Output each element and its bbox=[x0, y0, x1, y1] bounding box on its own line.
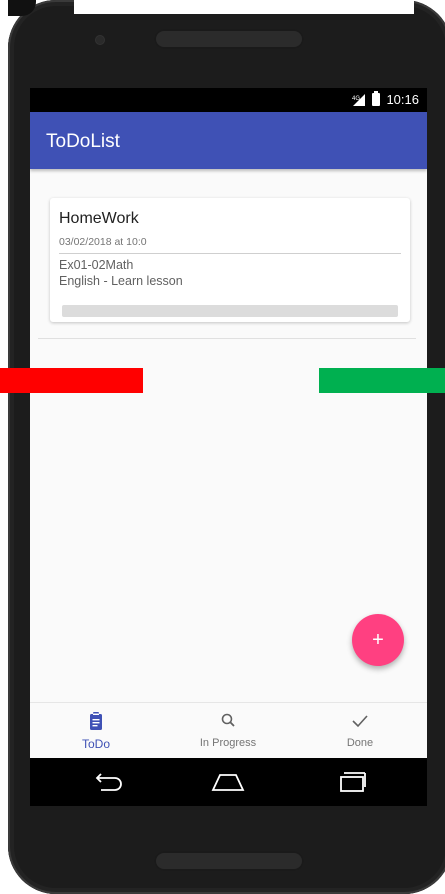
screen: 4G 10:16 ToDoList HomeWork 03/02/2018 at… bbox=[30, 88, 427, 806]
app-title: ToDoList bbox=[46, 131, 120, 152]
task-line: English - Learn lesson bbox=[59, 274, 183, 288]
add-task-button[interactable]: + bbox=[352, 614, 404, 666]
plus-icon: + bbox=[372, 628, 384, 651]
status-time: 10:16 bbox=[386, 92, 419, 107]
earpiece-speaker bbox=[154, 29, 304, 49]
check-icon bbox=[352, 715, 368, 728]
status-icons: 4G 10:16 bbox=[352, 91, 419, 107]
task-progress-bar bbox=[62, 305, 398, 317]
app-bar: ToDoList bbox=[30, 112, 427, 169]
card-divider bbox=[59, 253, 401, 254]
signal-icon: 4G bbox=[352, 93, 366, 106]
front-sensor bbox=[96, 36, 104, 44]
task-card[interactable]: HomeWork 03/02/2018 at 10:0 Ex01-02Math … bbox=[50, 198, 410, 322]
tab-label: ToDo bbox=[81, 737, 110, 751]
list-divider bbox=[38, 338, 416, 339]
recents-icon bbox=[340, 772, 366, 792]
task-date: 03/02/2018 at 10:0 bbox=[59, 236, 147, 248]
clipboard-icon bbox=[90, 712, 102, 730]
tab-todo[interactable]: ToDo bbox=[30, 703, 162, 759]
back-button[interactable] bbox=[88, 768, 128, 796]
battery-icon bbox=[372, 91, 381, 106]
tab-done[interactable]: Done bbox=[294, 703, 426, 759]
swipe-right-indicator bbox=[319, 368, 445, 393]
bottom-speaker bbox=[154, 851, 304, 871]
top-cutout bbox=[74, 0, 414, 14]
stage: 4G 10:16 ToDoList HomeWork 03/02/2018 at… bbox=[0, 0, 445, 894]
home-icon bbox=[211, 774, 245, 791]
system-navigation-bar bbox=[30, 758, 427, 806]
search-icon bbox=[221, 713, 235, 727]
svg-text:4G: 4G bbox=[352, 96, 360, 102]
bottom-navigation: ToDo In Progress Done bbox=[30, 702, 427, 759]
tab-label: In Progress bbox=[199, 737, 257, 749]
tab-label: Done bbox=[346, 737, 374, 749]
recents-button[interactable] bbox=[332, 768, 372, 796]
task-line: Ex01-02Math bbox=[59, 258, 134, 272]
tab-in-progress[interactable]: In Progress bbox=[162, 703, 294, 759]
back-icon bbox=[95, 773, 122, 791]
task-title: HomeWork bbox=[59, 210, 139, 227]
home-button[interactable] bbox=[208, 768, 248, 796]
swipe-left-indicator bbox=[0, 368, 143, 393]
status-bar: 4G 10:16 bbox=[30, 88, 427, 112]
frame-corner bbox=[8, 0, 36, 16]
